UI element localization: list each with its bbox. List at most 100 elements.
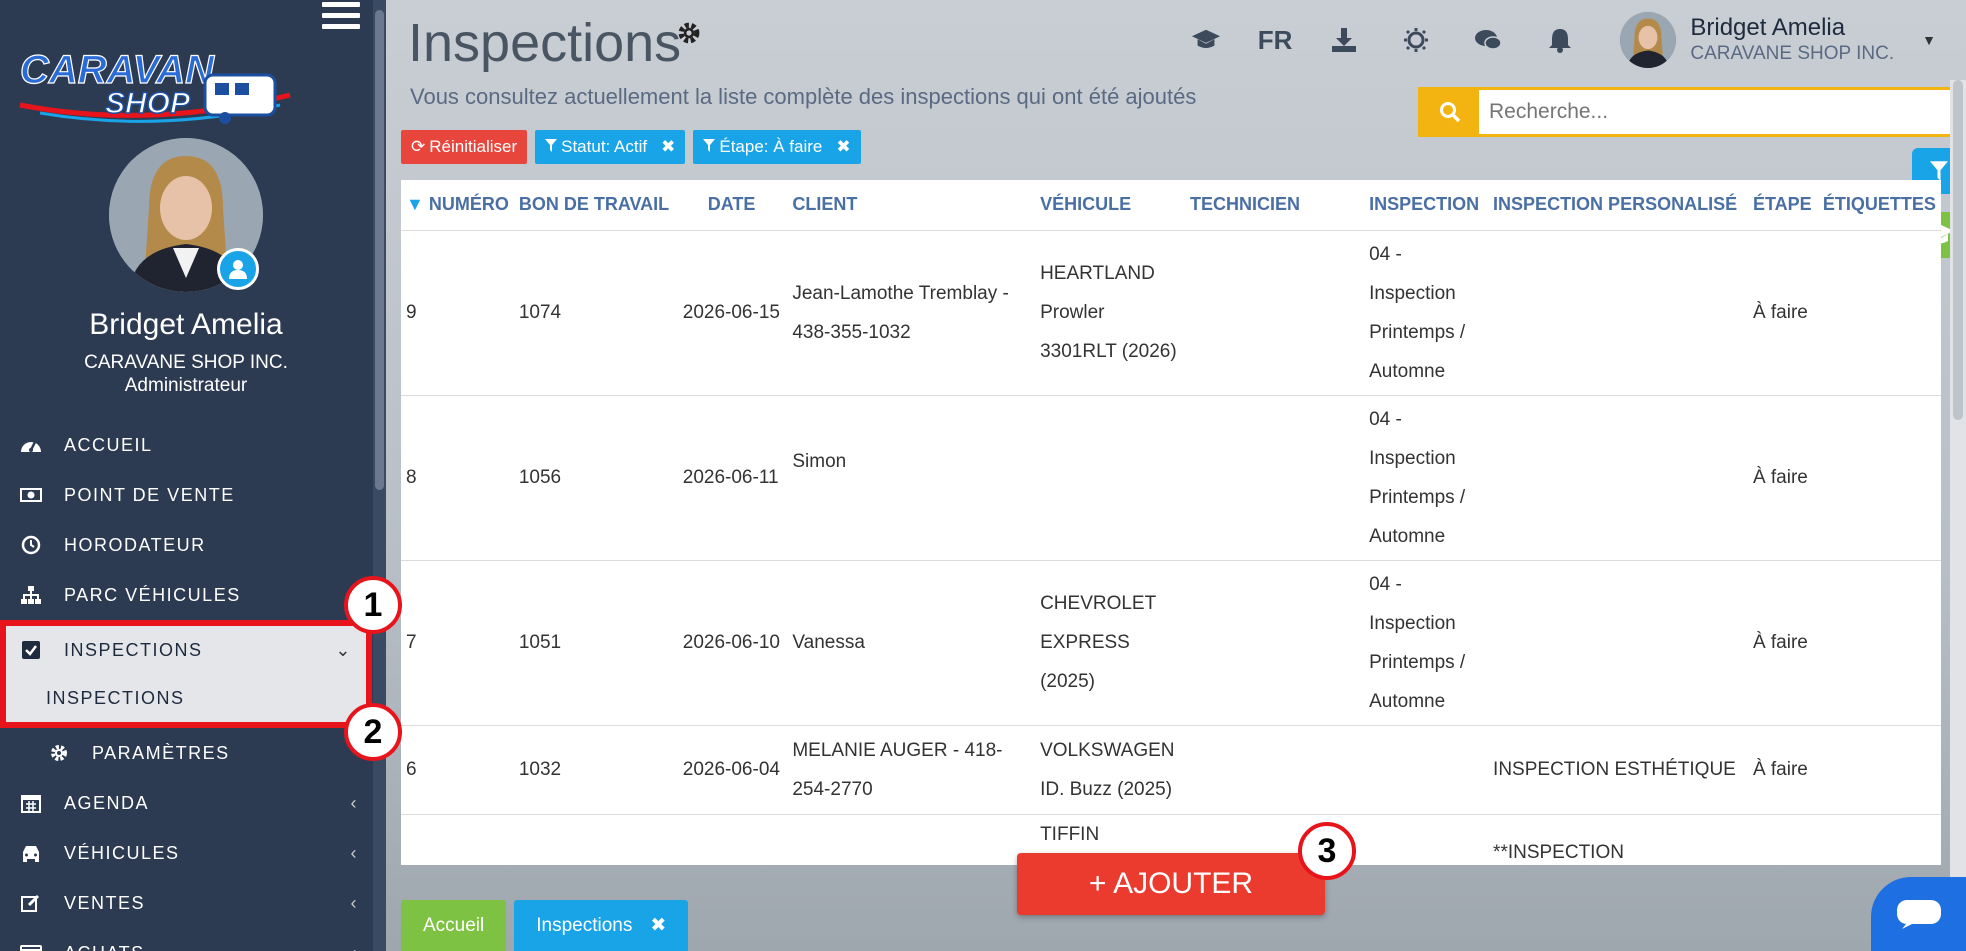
car-icon [18, 842, 44, 864]
cell-numero: 7 [401, 559, 514, 725]
user-menu[interactable]: Bridget Amelia CARAVANE SHOP INC. ▼ [1620, 12, 1936, 68]
cell-date: 2026-06-10 [677, 559, 788, 725]
cell-perso [1488, 559, 1748, 725]
chat-widget-button[interactable] [1871, 877, 1966, 951]
add-inspection-button[interactable]: + AJOUTER [1017, 853, 1325, 915]
sidebar-item-inspections[interactable]: INSPECTIONS ⌄ [6, 626, 366, 674]
sidebar-item-vehicules[interactable]: VÉHICULES ‹ [0, 828, 372, 878]
logo-line1: CARAVAN [20, 48, 215, 92]
page-title: Inspections [408, 13, 682, 73]
caravan-shop-logo[interactable]: CARAVAN SHOP [10, 35, 300, 130]
reset-filters-button[interactable]: ⟳ Réinitialiser [401, 130, 528, 164]
download-icon[interactable] [1329, 25, 1359, 55]
sidebar-item-agenda[interactable]: AGENDA ‹ [0, 778, 372, 828]
cell-inspection: 04 - Inspection Printemps / Automne [1364, 559, 1489, 725]
table-row[interactable]: 9 1074 2026-06-15 Jean-Lamothe Tremblay … [401, 229, 1941, 395]
top-toolbar: FR Bridget Amelia CARAVANE SHOP INC. ▼ [1170, 12, 1966, 68]
cell-vehicule: HEARTLAND Prowler 3301RLT (2026) [1035, 229, 1185, 395]
search-bar [1418, 87, 1966, 137]
inspections-table-card: ▼ NUMÉRO BON DE TRAVAIL DATE CLIENT VÉHI… [401, 180, 1941, 865]
cell-etiquettes [1817, 724, 1941, 814]
column-header-date[interactable]: DATE [678, 180, 788, 230]
graduation-cap-icon[interactable] [1191, 25, 1221, 55]
sidebar-item-achats[interactable]: ACHATS ‹ [0, 928, 372, 951]
cell-date [677, 813, 788, 865]
menu-toggle-icon[interactable] [322, 2, 360, 32]
annotation-marker-2: 2 [344, 703, 402, 761]
sidebar-item-label: POINT DE VENTE [64, 484, 235, 505]
clock-icon [18, 534, 44, 556]
column-header-bon-de-travail[interactable]: BON DE TRAVAIL [514, 180, 678, 230]
sidebar-user-role: Administrateur [124, 375, 248, 396]
cell-etiquettes [1817, 229, 1941, 395]
sidebar-item-parc-vehicules[interactable]: PARC VÉHICULES [0, 570, 372, 620]
bell-icon[interactable] [1545, 25, 1575, 55]
table-row[interactable]: 6 1032 2026-06-04 MELANIE AUGER - 418-25… [401, 724, 1941, 814]
page-scrollbar[interactable] [1950, 80, 1966, 930]
filter-chip-step[interactable]: Étape: À faire ✖ [693, 130, 861, 164]
search-input[interactable] [1479, 90, 1963, 134]
sidebar-item-label: ACHATS [64, 943, 145, 951]
sidebar-item-label: VENTES [64, 892, 146, 913]
brightness-icon[interactable] [1401, 25, 1431, 55]
sidebar-item-horodateur[interactable]: HORODATEUR [0, 520, 372, 570]
money-icon [18, 484, 44, 506]
table-header-row: ▼ NUMÉRO BON DE TRAVAIL DATE CLIENT VÉHI… [401, 180, 1941, 230]
remove-filter-icon[interactable]: ✖ [661, 137, 675, 157]
column-header-etape[interactable]: ÉTAPE [1748, 180, 1818, 230]
sidebar-item-point-de-vente[interactable]: POINT DE VENTE [0, 470, 372, 520]
tab-inspections[interactable]: Inspections ✖ [514, 900, 689, 951]
sidebar-item-accueil[interactable]: ACCUEIL [0, 420, 372, 470]
user-badge-icon[interactable] [217, 248, 259, 290]
gear-icon [46, 742, 72, 764]
refresh-icon: ⟳ [411, 137, 426, 156]
cell-inspection: 04 - Inspection Printemps / Automne [1364, 229, 1489, 395]
cell-etape: À faire [1747, 229, 1818, 395]
cell-bon: 1056 [513, 394, 678, 560]
search-icon[interactable] [1421, 90, 1479, 134]
remove-filter-icon[interactable]: ✖ [836, 137, 850, 157]
cell-etape: À faire [1747, 559, 1818, 725]
column-header-etiquettes[interactable]: ÉTIQUETTES [1818, 180, 1941, 230]
chat-icon[interactable] [1473, 25, 1503, 55]
chevron-left-icon: ‹ [351, 943, 359, 951]
language-switcher[interactable]: FR [1258, 25, 1293, 56]
cell-technicien [1184, 229, 1365, 395]
cell-technicien [1184, 559, 1365, 725]
column-header-technicien[interactable]: TECHNICIEN [1185, 180, 1364, 230]
cell-numero: 8 [401, 394, 514, 560]
filter-chip-status[interactable]: Statut: Actif ✖ [535, 130, 686, 164]
annotation-marker-3: 3 [1298, 822, 1356, 880]
sidebar-user-name: Bridget Amelia [89, 308, 283, 341]
sidebar-subitem-inspections[interactable]: INSPECTIONS [6, 674, 366, 722]
table-row[interactable]: 8 1056 2026-06-11 Simon 04 - Inspection … [401, 394, 1941, 560]
chevron-left-icon: ‹ [350, 892, 358, 913]
header-avatar [1620, 12, 1677, 68]
cell-etiquettes [1817, 394, 1941, 560]
footer-tabs: Accueil Inspections ✖ [401, 900, 689, 951]
column-header-numero[interactable]: ▼ NUMÉRO [401, 180, 514, 230]
table-row[interactable]: 7 1051 2026-06-10 Vanessa CHEVROLET EXPR… [401, 559, 1941, 725]
inspections-group-highlight: INSPECTIONS ⌄ INSPECTIONS [0, 620, 372, 728]
cell-client: Simon [787, 394, 1036, 560]
cell-technicien [1184, 394, 1365, 560]
column-header-client[interactable]: CLIENT [787, 180, 1035, 230]
sidebar-item-parametres[interactable]: PARAMÈTRES [0, 728, 372, 778]
sidebar-scrollbar[interactable] [373, 0, 386, 951]
cell-date: 2026-06-11 [677, 394, 788, 560]
column-header-vehicule[interactable]: VÉHICULE [1035, 180, 1185, 230]
column-header-inspection-personalise[interactable]: INSPECTION PERSONALISÉ [1488, 180, 1748, 230]
tab-accueil[interactable]: Accueil [401, 900, 507, 951]
close-tab-icon[interactable]: ✖ [650, 914, 666, 937]
sidebar-item-ventes[interactable]: VENTES ‹ [0, 878, 372, 928]
inspections-table: ▼ NUMÉRO BON DE TRAVAIL DATE CLIENT VÉHI… [401, 180, 1941, 865]
sidebar-item-label: AGENDA [64, 792, 150, 813]
page-settings-gear-icon[interactable] [676, 20, 702, 53]
profile-avatar[interactable] [109, 138, 263, 292]
cell-perso: **INSPECTION [1488, 813, 1748, 865]
header-user-company: CARAVANE SHOP INC. [1690, 43, 1895, 64]
column-header-inspection[interactable]: INSPECTION [1364, 180, 1488, 230]
sidebar-item-label: ACCUEIL [64, 434, 153, 455]
sidebar-item-label: INSPECTIONS [46, 687, 185, 708]
cell-bon: 1032 [513, 724, 678, 814]
